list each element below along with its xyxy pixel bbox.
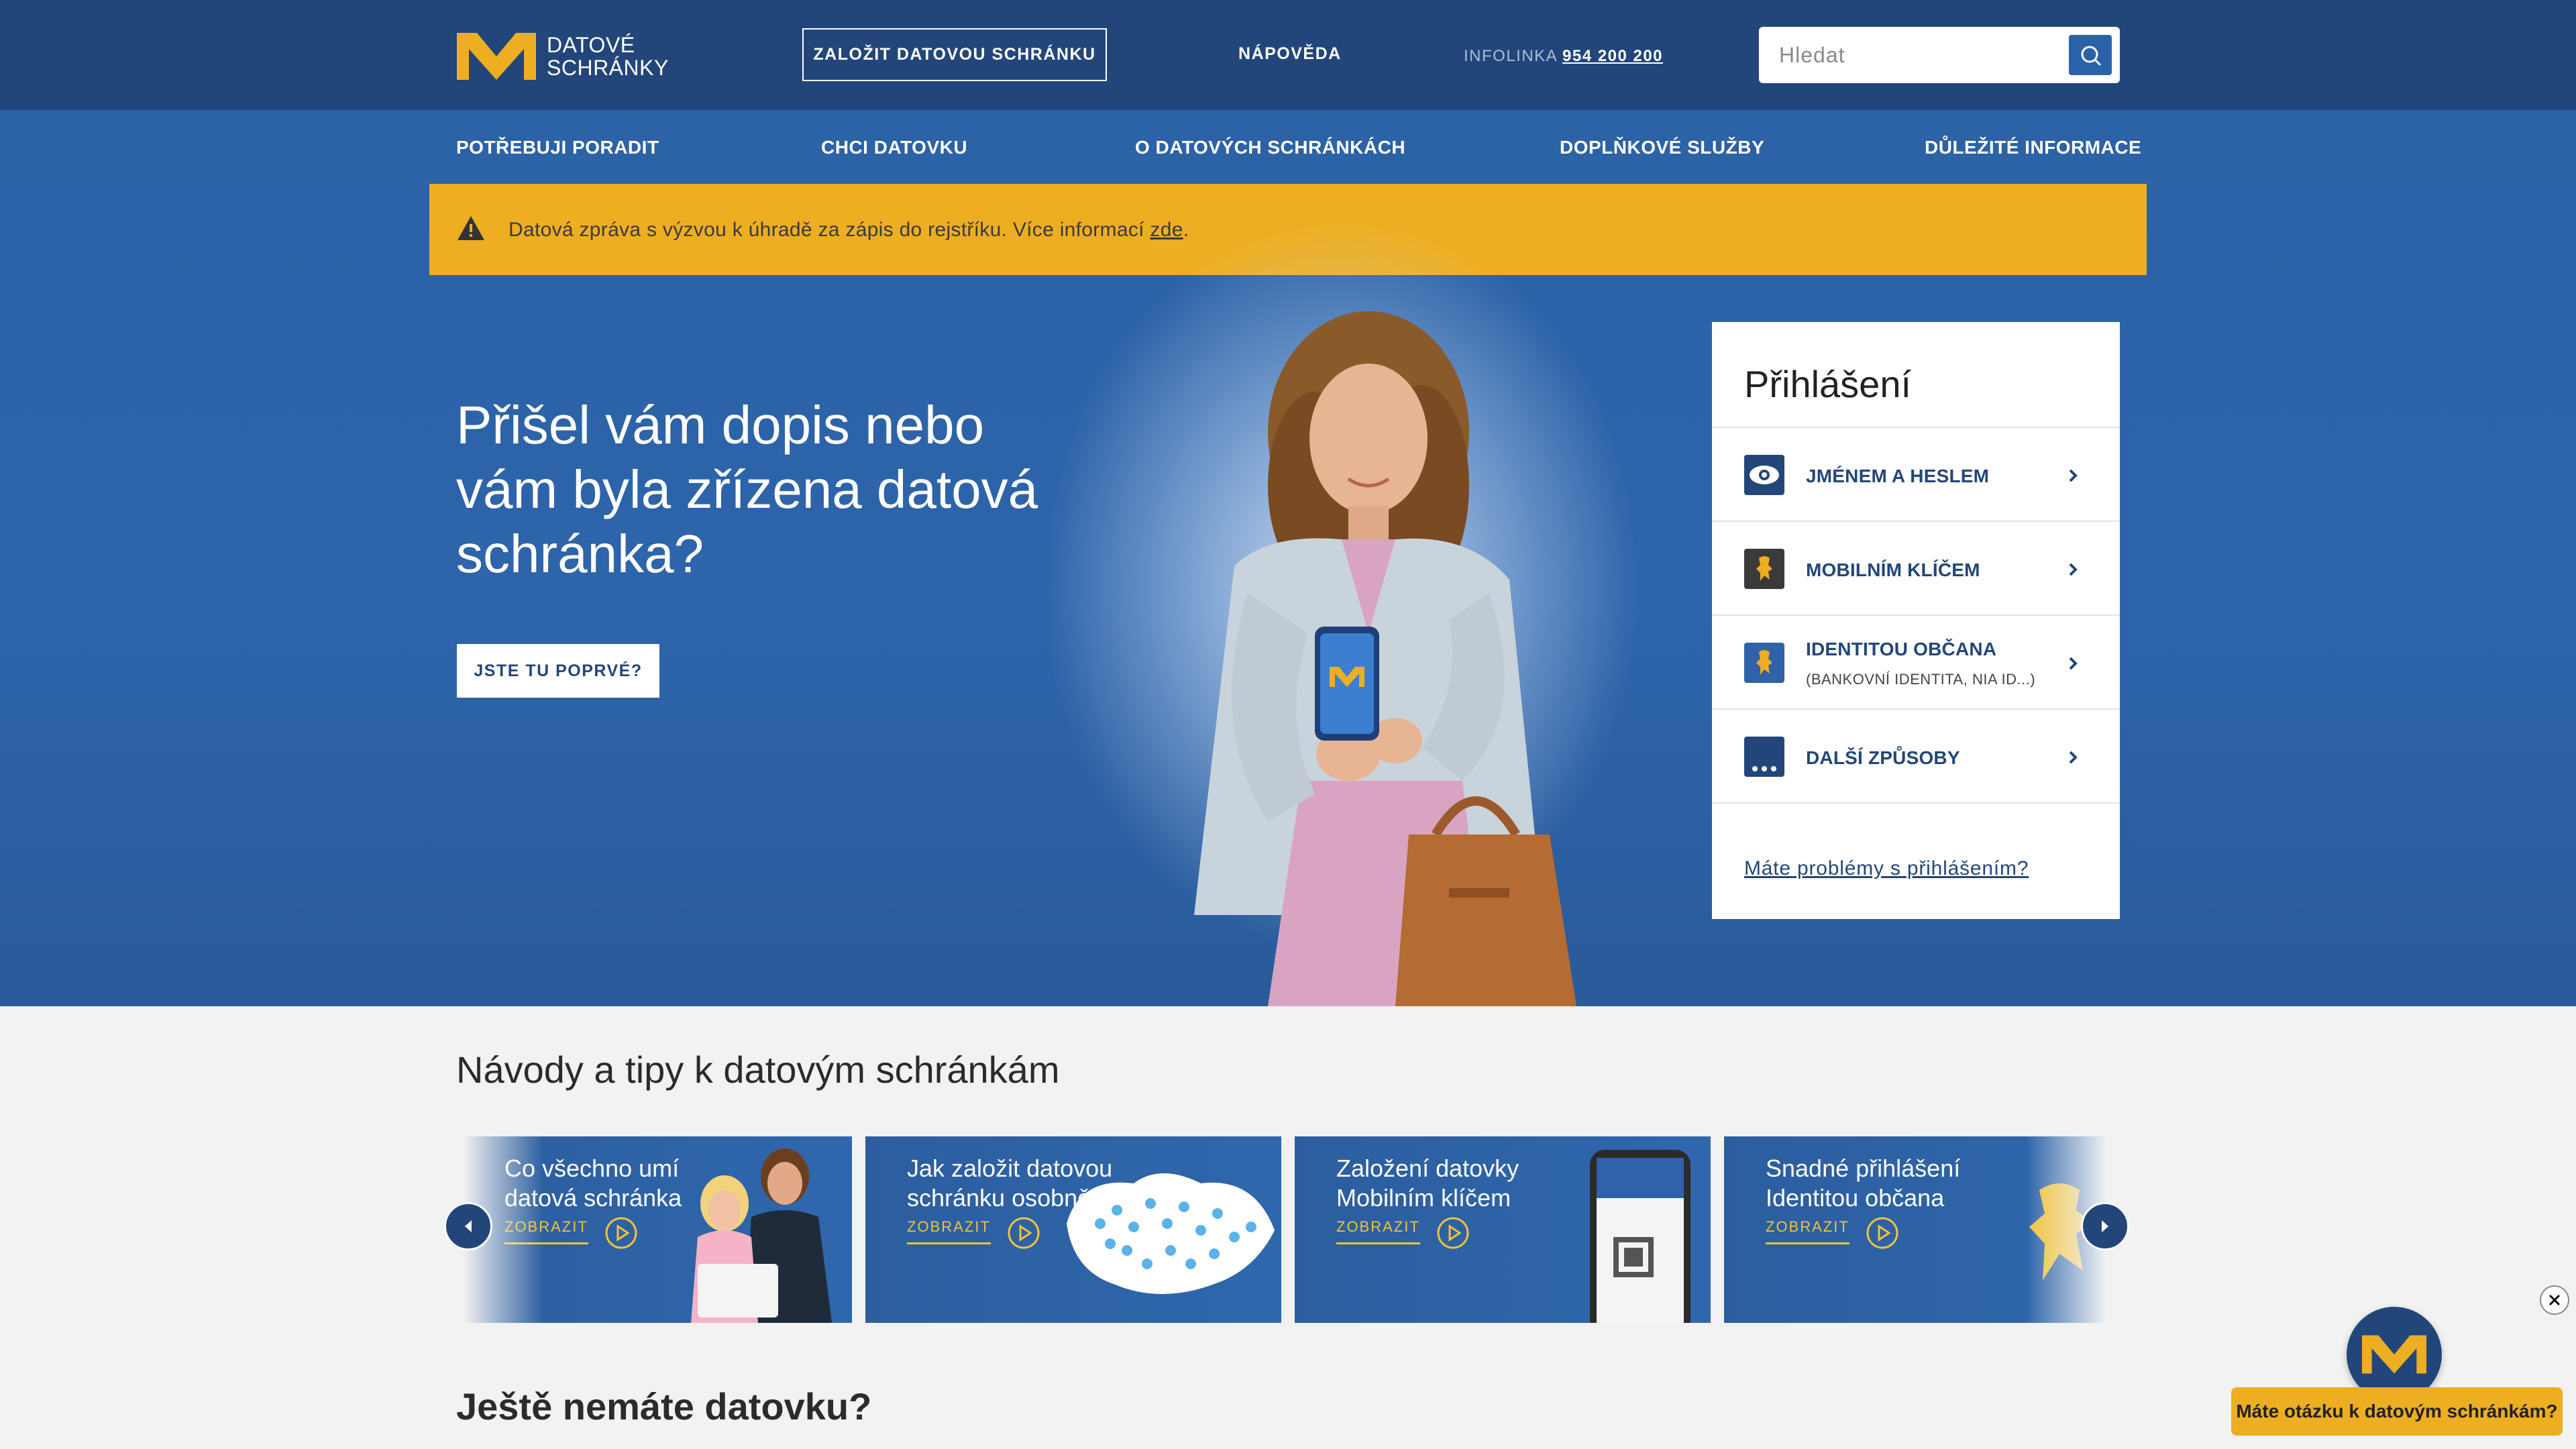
tip-card-action[interactable]: ZOBRAZIT xyxy=(1766,1218,1849,1244)
login-option-label: DALŠÍ ZPŮSOBY xyxy=(1806,747,1960,768)
play-icon[interactable] xyxy=(1436,1216,1470,1250)
notice-message: Datová zpráva s výzvou k úhradě za zápis… xyxy=(508,219,1189,241)
lion-icon xyxy=(1744,549,1784,589)
tip-card-title: Jak založit datovou schránku osobně xyxy=(907,1155,1113,1212)
tip-card-action[interactable]: ZOBRAZIT xyxy=(907,1218,991,1244)
login-option-name-password[interactable]: JMÉNEM A HESLEM xyxy=(1712,427,2120,521)
play-icon[interactable] xyxy=(1006,1216,1041,1250)
login-title: Přihlášení xyxy=(1744,363,1912,405)
carousel-next-button[interactable] xyxy=(2081,1202,2129,1250)
search-button[interactable] xyxy=(2069,35,2112,75)
login-option-label: IDENTITOU OBČANA xyxy=(1806,639,1997,659)
chevron-right-icon xyxy=(2069,657,2078,670)
lion-icon xyxy=(1744,643,1784,683)
login-card: Přihlášení JMÉNEM A HESLEM MOBILNÍM KLÍČ… xyxy=(1712,322,2120,919)
nav-item-potrebuji-poradit[interactable]: POTŘEBUJI PORADIT xyxy=(456,137,659,158)
search-icon xyxy=(2081,46,2101,66)
nav-item-doplnkove-sluzby[interactable]: DOPLŇKOVÉ SLUŽBY xyxy=(1560,137,1764,158)
logo-text: DATOVÉ SCHRÁNKY xyxy=(547,34,669,79)
login-problem-link[interactable]: Máte problémy s přihlášením? xyxy=(1744,857,2029,880)
carousel-prev-button[interactable] xyxy=(444,1202,492,1250)
login-option-label: MOBILNÍM KLÍČEM xyxy=(1806,559,1980,580)
help-link[interactable]: NÁPOVĚDA xyxy=(1238,44,1342,64)
tip-card[interactable]: Jak založit datovou schránku osobně ZOBR… xyxy=(865,1136,1281,1323)
chevron-left-icon xyxy=(465,1220,472,1232)
logo-mark-icon xyxy=(2362,1335,2426,1374)
nav-item-dulezite-informace[interactable]: DŮLEŽITÉ INFORMACE xyxy=(1925,137,2141,158)
tip-card[interactable]: Založení datovky Mobilním klíčem ZOBRAZI… xyxy=(1295,1136,1711,1323)
infoline-label: INFOLINKA xyxy=(1464,47,1557,65)
site-logo[interactable]: DATOVÉ SCHRÁNKY xyxy=(457,32,678,80)
chevron-right-icon xyxy=(2069,563,2078,576)
nav-item-o-datovych-schrankach[interactable]: O DATOVÝCH SCHRÁNKÁCH xyxy=(1135,137,1405,158)
logo-mark-icon xyxy=(457,33,536,80)
tips-carousel: Co všechno umí datová schránka ZOBRAZIT … xyxy=(463,1136,2106,1323)
tip-card-title: Snadné přihlášení Identitou občana xyxy=(1766,1155,1961,1212)
login-divider xyxy=(1712,802,2120,804)
nav-item-chci-datovku[interactable]: CHCI DATOVKU xyxy=(821,137,967,158)
login-option-other[interactable]: DALŠÍ ZPŮSOBY xyxy=(1712,708,2120,802)
chevron-right-icon xyxy=(2069,751,2078,764)
logo-line-2: SCHRÁNKY xyxy=(547,56,669,80)
login-option-citizen-identity[interactable]: IDENTITOU OBČANA (BANKOVNÍ IDENTITA, NIA… xyxy=(1712,614,2120,708)
notice-link[interactable]: zde xyxy=(1150,219,1183,241)
login-option-sublabel: (BANKOVNÍ IDENTITA, NIA ID...) xyxy=(1806,671,2036,688)
search-box xyxy=(1759,27,2120,83)
woman-with-phone-illustration xyxy=(1194,311,1576,1006)
hero-section: POTŘEBUJI PORADIT CHCI DATOVKU O DATOVÝC… xyxy=(0,110,2576,1006)
infoline-number[interactable]: 954 200 200 xyxy=(1562,47,1663,65)
chat-close-button[interactable] xyxy=(2540,1285,2569,1315)
main-nav: POTŘEBUJI PORADIT CHCI DATOVKU O DATOVÝC… xyxy=(0,110,2576,184)
close-icon xyxy=(2548,1294,2561,1306)
tip-card-title: Založení datovky Mobilním klíčem xyxy=(1336,1155,1519,1212)
tip-card-action[interactable]: ZOBRAZIT xyxy=(1336,1218,1420,1244)
login-option-label: JMÉNEM A HESLEM xyxy=(1806,466,1990,486)
tips-title: Návody a tipy k datovým schránkám xyxy=(456,1049,1060,1091)
first-time-button[interactable]: JSTE TU POPRVÉ? xyxy=(457,644,659,698)
eye-icon xyxy=(1744,455,1784,495)
logo-line-1: DATOVÉ xyxy=(547,33,635,57)
notice-suffix: . xyxy=(1183,219,1189,241)
chevron-right-icon xyxy=(2069,469,2078,482)
play-icon[interactable] xyxy=(1865,1216,1900,1250)
chevron-right-icon xyxy=(2102,1220,2108,1232)
chat-label-button[interactable]: Máte otázku k datovým schránkám? xyxy=(2231,1387,2563,1436)
search-input[interactable] xyxy=(1779,39,2054,71)
section-title-no-mailbox: Ještě nemáte datovku? xyxy=(456,1385,872,1428)
warning-icon xyxy=(458,216,484,240)
infoline: INFOLINKA 954 200 200 xyxy=(1464,47,1663,66)
hero-headline: Přišel vám dopis nebo vám byla zřízena d… xyxy=(456,395,1038,584)
create-mailbox-button[interactable]: ZALOŽIT DATOVOU SCHRÁNKU xyxy=(802,28,1107,81)
login-option-mobile-key[interactable]: MOBILNÍM KLÍČEM xyxy=(1712,521,2120,614)
dots-icon xyxy=(1744,737,1784,777)
top-bar: DATOVÉ SCHRÁNKY ZALOŽIT DATOVOU SCHRÁNKU… xyxy=(0,0,2576,110)
play-icon[interactable] xyxy=(604,1216,639,1250)
notice-text: Datová zpráva s výzvou k úhradě za zápis… xyxy=(508,219,1144,241)
